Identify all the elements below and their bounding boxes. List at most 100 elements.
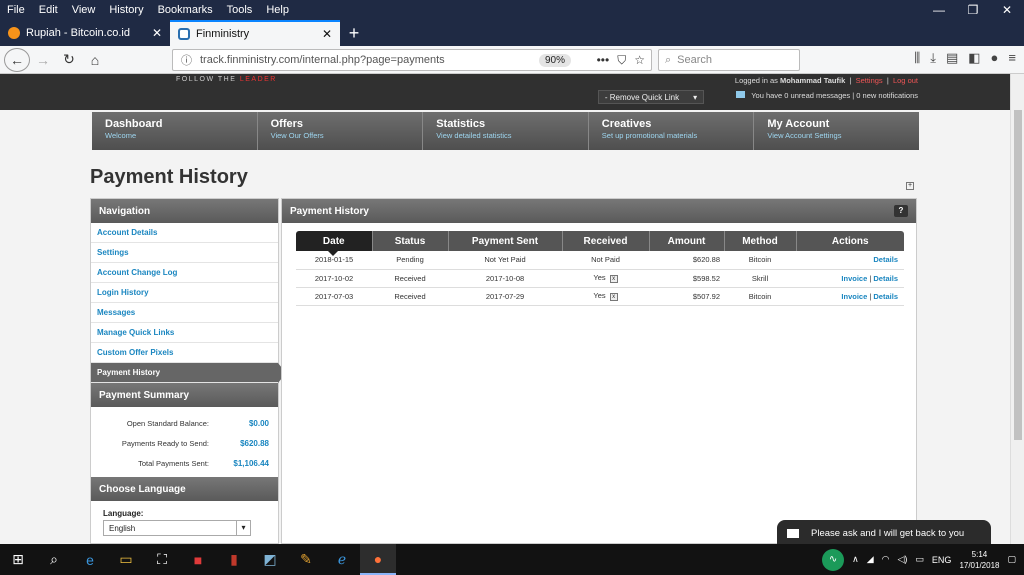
sidebar-item-account-details[interactable]: Account Details <box>91 223 278 243</box>
summary-row: Open Standard Balance: $0.00 <box>126 418 269 428</box>
new-tab-button[interactable]: + <box>340 20 368 46</box>
download-icon[interactable]: ⤓ <box>930 50 936 66</box>
expand-plus-icon[interactable]: + <box>906 182 914 190</box>
notes-tray-icon[interactable]: ▭ <box>915 554 924 565</box>
more-actions-icon[interactable]: ••• <box>597 53 610 68</box>
remove-quick-link-button[interactable]: - Remove Quick Link ▾ <box>598 90 704 104</box>
system-tray: ∿ ∧ ◢ ◠ ◁) ▭ ENG 5:14 17/01/2018 ▢ <box>822 544 1016 575</box>
chat-widget[interactable]: Please ask and I will get back to you <box>777 520 991 546</box>
details-link[interactable]: Details <box>873 292 898 301</box>
details-link[interactable]: Details <box>873 274 898 283</box>
sidebar-item-settings[interactable]: Settings <box>91 243 278 263</box>
nav-statistics[interactable]: Statistics View detailed statistics <box>423 112 589 150</box>
tab-rupiah[interactable]: Rupiah - Bitcoin.co.id ✕ <box>0 20 170 46</box>
app-red-icon[interactable]: ■ <box>180 544 216 575</box>
page-scrollbar[interactable] <box>1010 74 1024 544</box>
notification-icon[interactable]: ▢ <box>1007 554 1016 565</box>
col-method[interactable]: Method <box>724 231 797 251</box>
language-indicator[interactable]: ENG <box>932 555 952 565</box>
search-icon[interactable]: ⌕ <box>36 544 72 575</box>
firefox-icon[interactable]: ● <box>360 544 396 575</box>
edge-icon[interactable]: e <box>72 544 108 575</box>
remove-x-icon[interactable]: x <box>609 275 618 283</box>
col-received[interactable]: Received <box>562 231 650 251</box>
library-icon[interactable]: ⫼ <box>914 50 920 66</box>
back-button[interactable]: ← <box>4 47 30 72</box>
app-paint-icon[interactable]: ✎ <box>288 544 324 575</box>
messages-notice[interactable]: You have 0 unread messages | 0 new notif… <box>736 91 918 100</box>
details-link[interactable]: Details <box>873 255 898 264</box>
chevron-up-icon[interactable]: ∧ <box>852 554 859 565</box>
invoice-link[interactable]: Invoice <box>841 274 867 283</box>
logout-link[interactable]: Log out <box>893 76 918 85</box>
pocket-icon[interactable]: ⛉ <box>617 53 626 68</box>
nav-my-account[interactable]: My Account View Account Settings <box>754 112 919 150</box>
sidebar-item-account-change-log[interactable]: Account Change Log <box>91 263 278 283</box>
zoom-level[interactable]: 90% <box>538 53 571 67</box>
internet-explorer-icon[interactable]: ℯ <box>324 544 360 575</box>
tab-close-icon[interactable]: ✕ <box>322 27 332 41</box>
app-red-doc-icon[interactable]: ▮ <box>216 544 252 575</box>
payment-history-panel: Payment History ? Date Status Payment Se… <box>281 198 917 544</box>
main-navigation: Dashboard Welcome Offers View Our Offers… <box>92 112 919 150</box>
menu-hamburger-icon[interactable]: ≡ <box>1008 50 1016 66</box>
menu-history[interactable]: History <box>102 4 150 16</box>
language-select[interactable]: English ▾ <box>103 520 251 536</box>
forward-button[interactable]: → <box>30 48 56 72</box>
navigation-header: Navigation <box>91 199 278 223</box>
windows-start-icon[interactable]: ⊞ <box>0 544 36 575</box>
col-payment-sent[interactable]: Payment Sent <box>448 231 563 251</box>
sidebar-item-messages[interactable]: Messages <box>91 303 278 323</box>
sidebar-item-manage-quick-links[interactable]: Manage Quick Links <box>91 323 278 343</box>
menu-file[interactable]: File <box>0 4 32 16</box>
scrollbar-thumb[interactable] <box>1014 110 1022 440</box>
bookmark-star-icon[interactable]: ☆ <box>634 53 645 68</box>
settings-link[interactable]: Settings <box>856 76 883 85</box>
arrow-left-icon: ← <box>10 51 24 68</box>
tab-close-icon[interactable]: ✕ <box>152 26 162 40</box>
tab-bar: Rupiah - Bitcoin.co.id ✕ Finministry ✕ + <box>0 20 1024 46</box>
sidebar-item-payment-history[interactable]: Payment History <box>91 363 286 383</box>
home-button[interactable]: ⌂ <box>82 48 108 72</box>
menu-view[interactable]: View <box>65 4 103 16</box>
col-date[interactable]: Date <box>296 231 373 256</box>
nav-dashboard[interactable]: Dashboard Welcome <box>92 112 258 150</box>
store-icon[interactable]: ⛶ <box>144 544 180 575</box>
nav-creatives[interactable]: Creatives Set up promotional materials <box>589 112 755 150</box>
nav-offers[interactable]: Offers View Our Offers <box>258 112 424 150</box>
tab-title: Finministry <box>196 28 250 40</box>
menu-bookmarks[interactable]: Bookmarks <box>151 4 220 16</box>
file-explorer-icon[interactable]: ▭ <box>108 544 144 575</box>
sidebar-icon[interactable]: ◧ <box>968 50 980 66</box>
volume-icon[interactable]: ◁) <box>897 554 907 565</box>
invoice-link[interactable]: Invoice <box>841 292 867 301</box>
col-amount[interactable]: Amount <box>649 231 725 251</box>
close-window-icon[interactable]: ✕ <box>990 0 1024 20</box>
remove-x-icon[interactable]: x <box>609 293 618 301</box>
wifi-icon[interactable]: ◠ <box>882 554 890 565</box>
url-bar[interactable]: ⓘ track.finministry.com/internal.php?pag… <box>172 49 652 71</box>
app-notes-icon[interactable]: ◩ <box>252 544 288 575</box>
chevron-down-icon: ▾ <box>236 521 250 535</box>
menu-help[interactable]: Help <box>259 4 296 16</box>
menu-edit[interactable]: Edit <box>32 4 65 16</box>
extension-icon[interactable]: ● <box>991 50 999 66</box>
tab-finministry[interactable]: Finministry ✕ <box>170 20 340 46</box>
clock[interactable]: 5:14 17/01/2018 <box>959 549 999 571</box>
restore-icon[interactable]: ❐ <box>956 0 990 20</box>
network-icon[interactable]: ◢ <box>867 554 874 565</box>
reload-button[interactable]: ↻ <box>56 48 82 72</box>
info-icon[interactable]: ⓘ <box>181 52 192 68</box>
pulse-app-icon[interactable]: ∿ <box>822 548 845 571</box>
minimize-icon[interactable]: — <box>922 0 956 20</box>
payments-table: Date Status Payment Sent Received Amount… <box>296 231 904 306</box>
menu-tools[interactable]: Tools <box>220 4 260 16</box>
chevron-down-icon: ▾ <box>693 92 698 102</box>
search-input[interactable]: ⌕ Search <box>658 49 800 71</box>
col-status[interactable]: Status <box>372 231 449 251</box>
sidebar-item-login-history[interactable]: Login History <box>91 283 278 303</box>
reader-icon[interactable]: ▤ <box>946 50 958 66</box>
payment-summary-header: Payment Summary <box>91 383 278 407</box>
sidebar-item-custom-offer-pixels[interactable]: Custom Offer Pixels <box>91 343 278 363</box>
help-button[interactable]: ? <box>894 205 908 217</box>
